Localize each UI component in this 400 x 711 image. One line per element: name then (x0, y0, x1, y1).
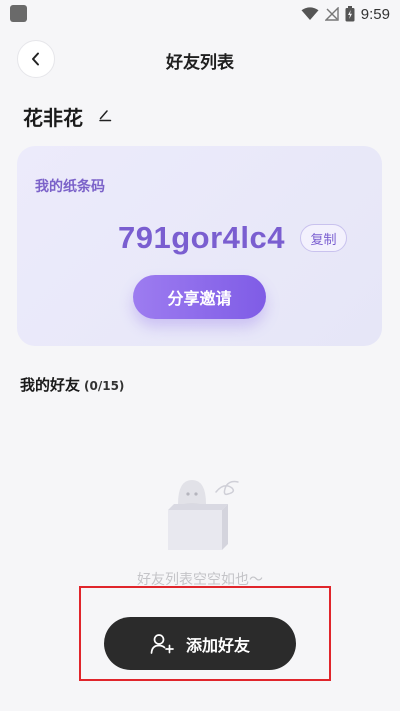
add-friend-button[interactable]: 添加好友 (104, 617, 296, 670)
friends-title-label: 我的好友 (20, 376, 81, 394)
friends-section-title: 我的好友 (0/15) (20, 374, 124, 395)
code-label: 我的纸条码 (35, 179, 105, 195)
invite-code-card: 我的纸条码 791gor4lc4 复制 分享邀请 (17, 146, 382, 346)
add-friend-label: 添加好友 (185, 635, 250, 655)
nickname: 花非花 (23, 106, 83, 130)
invite-code: 791gor4lc4 (118, 220, 285, 255)
status-icons: 9:59 (301, 3, 390, 25)
status-time: 9:59 (360, 5, 390, 23)
share-invite-button[interactable]: 分享邀请 (133, 275, 266, 319)
wifi-icon (301, 7, 319, 20)
app-square-icon (10, 5, 27, 22)
copy-button[interactable]: 复制 (300, 224, 347, 252)
page-title: 好友列表 (166, 53, 234, 73)
status-bar: 9:59 (0, 0, 400, 28)
battery-charging-icon (345, 6, 355, 22)
no-signal-icon (324, 7, 339, 21)
ghost-in-box-icon (168, 480, 239, 550)
friends-count: (0/15) (84, 379, 125, 393)
add-user-icon (150, 633, 174, 654)
pencil-icon[interactable] (98, 108, 112, 122)
